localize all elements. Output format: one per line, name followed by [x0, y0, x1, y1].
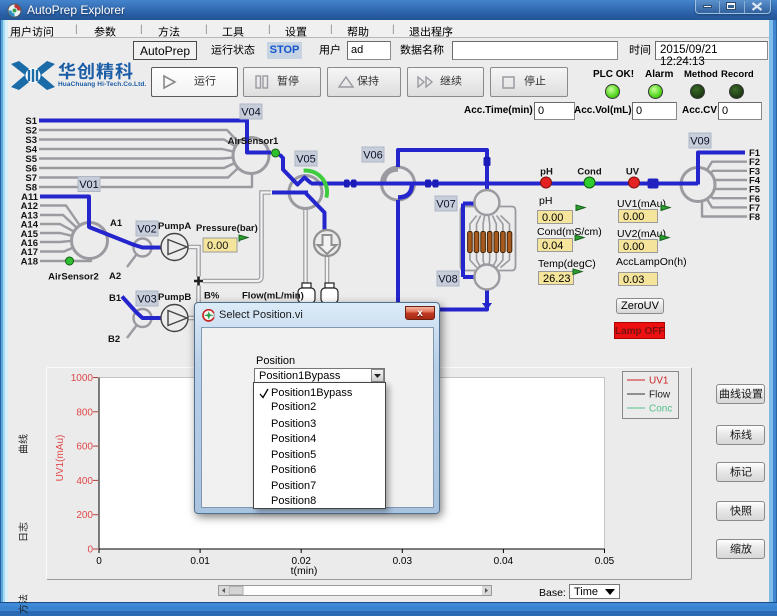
svg-text:UV1(mAu): UV1(mAu)	[55, 435, 66, 482]
svg-text:UV: UV	[626, 167, 640, 178]
svg-text:600: 600	[76, 442, 93, 453]
svg-text:A1: A1	[110, 218, 123, 229]
svg-text:AirSensor2: AirSensor2	[48, 272, 99, 283]
svg-text:PumpB: PumpB	[158, 292, 191, 303]
svg-text:V01: V01	[79, 179, 99, 191]
svg-text:PumpA: PumpA	[158, 221, 191, 232]
svg-text:Pressure(bar): Pressure(bar)	[196, 223, 258, 234]
svg-text:0: 0	[96, 556, 102, 567]
svg-text:V06: V06	[363, 150, 383, 162]
svg-text:800: 800	[76, 407, 93, 418]
svg-text:Conc: Conc	[649, 404, 672, 415]
svg-text:V07: V07	[436, 199, 456, 211]
svg-text:A2: A2	[109, 271, 121, 282]
svg-text:0.03: 0.03	[393, 556, 413, 567]
svg-text:V03: V03	[137, 294, 157, 306]
svg-text:B2: B2	[108, 334, 120, 345]
svg-text:0.00: 0.00	[207, 240, 228, 252]
svg-text:F8: F8	[749, 212, 760, 223]
svg-text:UV1: UV1	[649, 376, 669, 387]
svg-text:400: 400	[76, 476, 93, 487]
svg-text:0.04: 0.04	[494, 556, 514, 567]
svg-text:0.01: 0.01	[190, 556, 210, 567]
svg-text:t(min): t(min)	[291, 565, 318, 577]
svg-text:1000: 1000	[71, 373, 94, 384]
svg-text:Flow: Flow	[649, 390, 671, 401]
svg-text:V09: V09	[690, 136, 710, 148]
svg-text:V08: V08	[438, 274, 458, 286]
svg-text:B%: B%	[204, 291, 220, 302]
svg-text:0.05: 0.05	[595, 556, 615, 567]
svg-text:V05: V05	[296, 154, 316, 166]
svg-text:Flow(mL/min): Flow(mL/min)	[242, 291, 304, 302]
svg-text:A18: A18	[21, 256, 38, 267]
svg-text:S8: S8	[25, 183, 37, 194]
svg-text:V02: V02	[137, 224, 157, 236]
svg-text:AirSensor1: AirSensor1	[228, 136, 279, 147]
svg-text:V04: V04	[241, 107, 261, 119]
svg-text:pH: pH	[540, 167, 553, 178]
svg-text:B1: B1	[109, 293, 122, 304]
svg-text:200: 200	[76, 510, 93, 521]
svg-text:0: 0	[87, 545, 93, 556]
svg-text:Cond: Cond	[577, 167, 601, 178]
